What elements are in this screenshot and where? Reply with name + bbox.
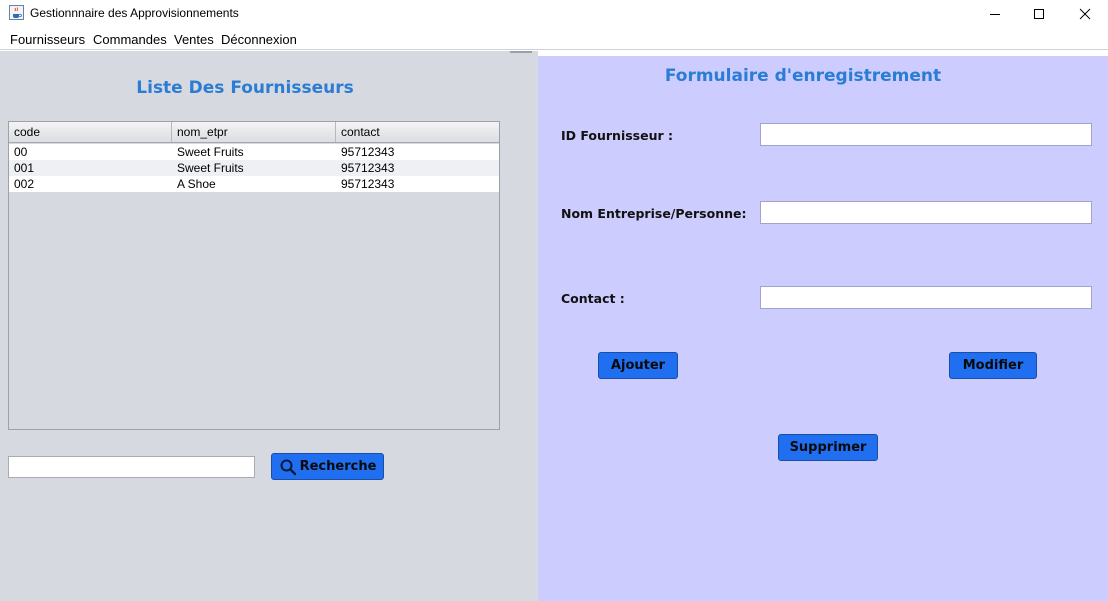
- menu-bar: Fournisseurs Commandes Ventes Déconnexio…: [0, 28, 1108, 50]
- table-header: code nom_etpr contact: [9, 122, 499, 143]
- supplier-table: code nom_etpr contact 00 Sweet Fruits 95…: [8, 121, 500, 430]
- search-icon: [280, 459, 296, 475]
- menu-ventes[interactable]: Ventes: [174, 32, 214, 47]
- window-title: Gestionnnaire des Approvisionnements: [30, 6, 239, 20]
- table-row[interactable]: 00 Sweet Fruits 95712343: [9, 144, 499, 160]
- search-input[interactable]: [8, 456, 255, 478]
- cell-contact: 95712343: [341, 145, 395, 159]
- nom-entreprise-label: Nom Entreprise/Personne:: [561, 206, 747, 221]
- maximize-icon: [1034, 9, 1044, 19]
- cell-nom-etpr: A Shoe: [177, 177, 216, 191]
- search-button-label: Recherche: [299, 459, 377, 474]
- ajouter-button[interactable]: Ajouter: [598, 352, 678, 379]
- java-cup-icon: [9, 5, 24, 20]
- nom-entreprise-field[interactable]: [760, 201, 1092, 224]
- cell-code: 002: [14, 177, 35, 191]
- cell-code: 00: [14, 145, 28, 159]
- contact-field[interactable]: [760, 286, 1092, 309]
- supplier-list-panel: Liste Des Fournisseurs code nom_etpr con…: [0, 51, 538, 601]
- id-fournisseur-field[interactable]: [760, 123, 1092, 146]
- minimize-icon: [990, 14, 1000, 15]
- maximize-button[interactable]: [1016, 0, 1062, 28]
- modifier-button[interactable]: Modifier: [949, 352, 1037, 379]
- id-fournisseur-label: ID Fournisseur :: [561, 128, 674, 143]
- registration-form-panel: Formulaire d'enregistrement ID Fournisse…: [538, 56, 1108, 601]
- list-title: Liste Des Fournisseurs: [136, 78, 354, 98]
- close-button[interactable]: [1062, 0, 1108, 28]
- split-divider[interactable]: [510, 51, 532, 53]
- supprimer-button[interactable]: Supprimer: [778, 434, 878, 461]
- menu-commandes[interactable]: Commandes: [93, 32, 167, 47]
- cell-nom-etpr: Sweet Fruits: [177, 145, 244, 159]
- cell-contact: 95712343: [341, 177, 395, 191]
- column-header-code[interactable]: code: [9, 122, 172, 142]
- column-header-contact[interactable]: contact: [336, 122, 499, 142]
- close-icon: [1079, 8, 1091, 20]
- menu-fournisseurs[interactable]: Fournisseurs: [10, 32, 85, 47]
- contact-label: Contact :: [561, 291, 625, 306]
- cell-code: 001: [14, 161, 35, 175]
- cell-nom-etpr: Sweet Fruits: [177, 161, 244, 175]
- search-button[interactable]: Recherche: [271, 453, 384, 480]
- minimize-button[interactable]: [972, 0, 1018, 28]
- cell-contact: 95712343: [341, 161, 395, 175]
- title-bar: Gestionnnaire des Approvisionnements: [0, 0, 1108, 28]
- menu-deconnexion[interactable]: Déconnexion: [221, 32, 297, 47]
- table-row[interactable]: 002 A Shoe 95712343: [9, 176, 499, 192]
- column-header-nom-etpr[interactable]: nom_etpr: [172, 122, 336, 142]
- form-title: Formulaire d'enregistrement: [664, 66, 942, 86]
- table-row[interactable]: 001 Sweet Fruits 95712343: [9, 160, 499, 176]
